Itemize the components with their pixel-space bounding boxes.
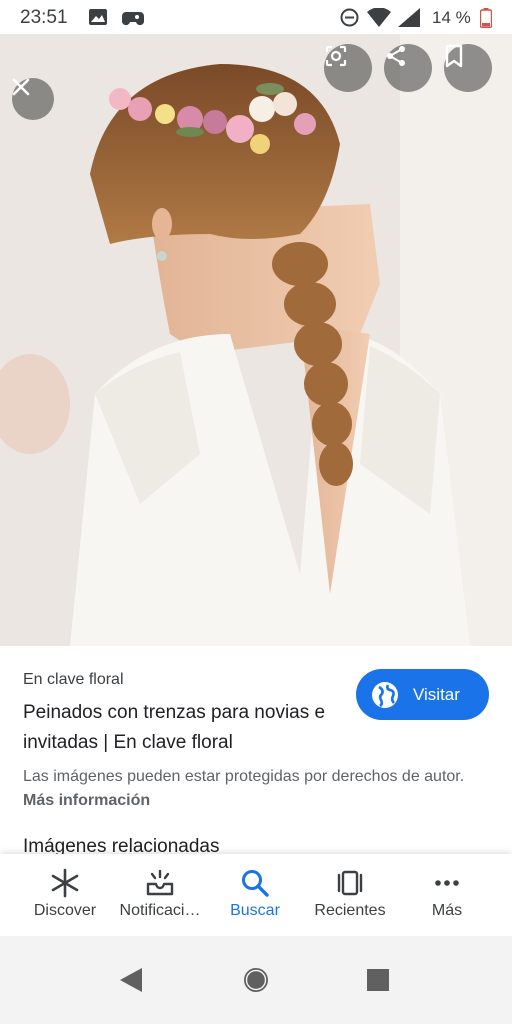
lens-search-button[interactable]	[324, 44, 372, 92]
inbox-bell-icon	[146, 869, 174, 896]
nav-search-label: Buscar	[230, 902, 280, 919]
nav-discover[interactable]: Discover	[15, 854, 115, 936]
overview-icon[interactable]	[366, 968, 390, 992]
nav-more-label: Más	[431, 902, 463, 919]
close-button[interactable]	[12, 78, 54, 120]
visit-button[interactable]: Visitar	[356, 669, 489, 720]
notice-text: Las imágenes pueden estar protegidas por…	[23, 768, 465, 785]
cell-signal-icon	[398, 8, 420, 32]
search-icon	[242, 870, 269, 897]
nav-more[interactable]: Más	[397, 854, 497, 936]
nav-recent-label: Recientes	[314, 902, 386, 919]
wifi-icon	[367, 7, 391, 32]
battery-percent: 14 %	[432, 8, 471, 27]
bride-hairstyle-photo	[0, 34, 512, 646]
copyright-notice: Las imágenes pueden estar protegidas por…	[23, 765, 493, 813]
globe-icon	[372, 681, 398, 708]
nav-notifications[interactable]: Notificaci…	[110, 854, 210, 936]
nav-notifications-label: Notificaci…	[119, 902, 201, 919]
more-info-link[interactable]: Más información	[23, 792, 150, 809]
asterisk-icon	[51, 868, 79, 898]
close-icon	[12, 78, 30, 96]
do-not-disturb-icon	[340, 8, 359, 32]
source-site[interactable]: En clave floral	[23, 671, 124, 689]
nav-recent[interactable]: Recientes	[300, 854, 400, 936]
status-time: 23:51	[20, 7, 68, 28]
bookmark-icon	[445, 44, 463, 68]
more-dots-icon	[435, 880, 459, 886]
save-button[interactable]	[444, 44, 492, 92]
share-icon	[387, 46, 405, 66]
back-icon[interactable]	[118, 966, 144, 994]
game-controller-icon	[121, 8, 145, 31]
related-images-heading: Imágenes relacionadas	[23, 836, 220, 856]
nav-discover-label: Discover	[33, 902, 97, 919]
image-preview[interactable]	[0, 34, 512, 646]
battery-icon	[479, 8, 493, 33]
recent-tabs-icon	[337, 870, 363, 896]
status-bar: 23:51 14 %	[0, 0, 512, 34]
gallery-icon	[88, 8, 108, 31]
home-icon[interactable]	[242, 966, 270, 994]
share-button[interactable]	[384, 44, 432, 92]
nav-search[interactable]: Buscar	[205, 854, 305, 936]
system-navigation-bar	[0, 936, 512, 1024]
lens-icon	[325, 45, 347, 67]
visit-label: Visitar	[413, 684, 460, 704]
bottom-navigation: Discover Notificaci… Buscar Recientes Má…	[0, 854, 512, 936]
result-title[interactable]: Peinados con trenzas para novias e invit…	[23, 698, 343, 758]
